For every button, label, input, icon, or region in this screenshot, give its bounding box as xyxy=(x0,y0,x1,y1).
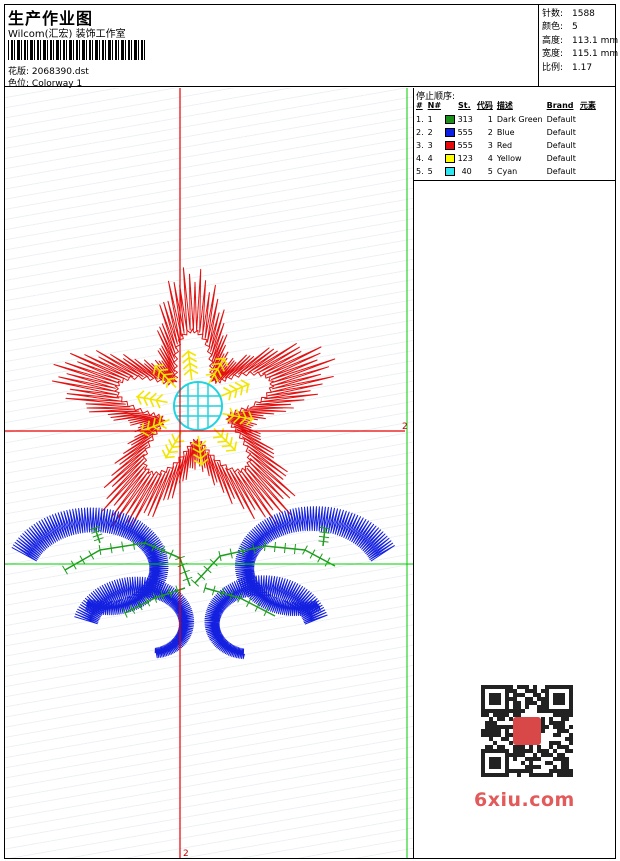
stat-stitches: 针数: 1588 xyxy=(542,9,595,19)
marker-right: 2 xyxy=(402,422,408,432)
col-header-element: 元素 xyxy=(579,101,596,110)
color-swatch xyxy=(445,153,456,163)
col-header-brand: Brand xyxy=(546,101,574,110)
col-header-num: # xyxy=(416,101,423,110)
table-header-row: # N# St. 代码 描述 Brand 元素 xyxy=(415,100,599,113)
barcode xyxy=(8,40,146,60)
table-row: 4. 4 123 4 Yellow Default xyxy=(416,153,576,163)
watermark-logo: 6xiu.com xyxy=(474,789,575,811)
stat-height: 高度: 113.1 mm xyxy=(542,36,619,46)
table-row: 2. 2 555 2 Blue Default xyxy=(416,127,576,137)
stat-scale: 比例: 1.17 xyxy=(542,63,593,73)
header-info: 生产作业图 Wilcom(汇宏) 装饰工作室 花版: 2068390.dst 色… xyxy=(4,4,539,89)
embroidery-preview: 2 2 xyxy=(5,88,413,858)
color-swatch xyxy=(445,140,456,150)
stat-width: 宽度: 115.1 mm xyxy=(542,49,619,59)
table-row: 1. 1 313 1 Dark Green Default xyxy=(416,114,576,124)
color-swatch xyxy=(445,114,456,124)
flower-petals xyxy=(51,267,336,529)
design-stats: 针数: 1588 颜色: 5 高度: 113.1 mm 宽度: 115.1 mm 比例:… xyxy=(539,4,619,87)
col-header-n: N# xyxy=(427,101,442,110)
design-canvas: 2 2 xyxy=(5,88,413,858)
col-header-code: 代码 xyxy=(476,101,493,110)
stop-sequence-table-box: # N# St. 代码 描述 Brand 元素 1. 1 313 1 Dark Gr… xyxy=(414,99,616,181)
table-row: 3. 3 555 3 Red Default xyxy=(416,140,576,150)
qr-code-graphic xyxy=(481,685,573,777)
leaf-branches xyxy=(11,506,395,660)
company-name: Wilcom(汇宏) 装饰工作室 xyxy=(8,29,126,40)
color-swatch xyxy=(445,127,456,137)
stop-sequence-table: # N# St. 代码 描述 Brand 元素 1. 1 313 1 Dark Gr… xyxy=(415,100,599,178)
marker-bottom: 2 xyxy=(183,849,189,858)
col-header-desc: 描述 xyxy=(496,101,513,110)
seal-stamp xyxy=(513,717,541,745)
color-swatch xyxy=(445,166,456,176)
stat-colors: 颜色: 5 xyxy=(542,22,578,32)
qr-code xyxy=(469,680,582,780)
table-row: 5. 5 40 5 Cyan Default xyxy=(416,166,576,176)
col-header-st: St. xyxy=(458,101,471,110)
flower-center xyxy=(173,381,223,431)
